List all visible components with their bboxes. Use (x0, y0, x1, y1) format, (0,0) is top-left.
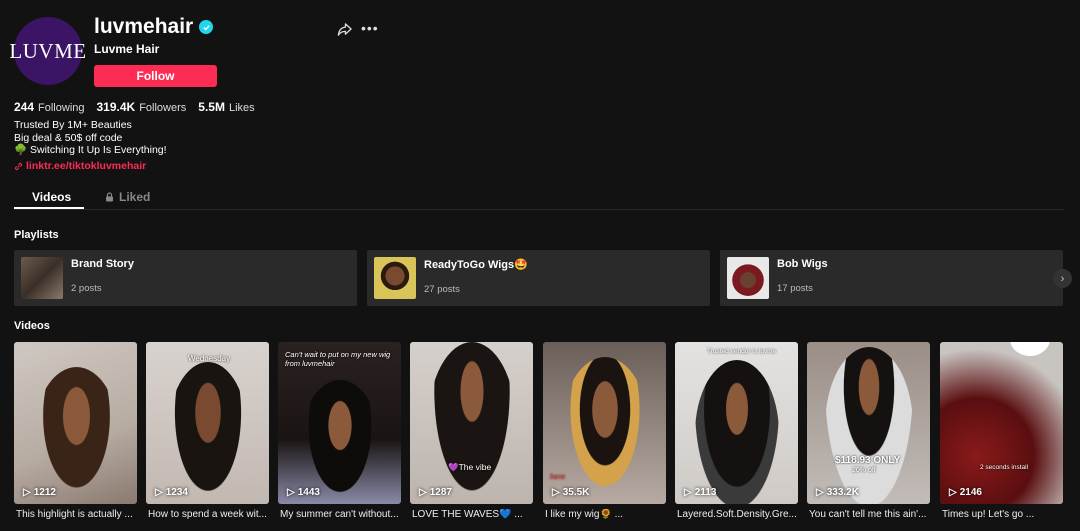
playlist-count: 27 posts (424, 283, 460, 295)
video-thumbnail[interactable]: 💜The vibe ▷ 1287 (410, 342, 533, 504)
video-caption[interactable]: LOVE THE WAVES💙 ... (412, 509, 535, 520)
play-icon: ▷ (287, 487, 295, 498)
tabs-divider (14, 209, 1064, 210)
view-count: ▷ 35.5K (552, 487, 590, 498)
playlist-count: 2 posts (71, 283, 102, 294)
video-thumbnail[interactable]: ▷ 1212 (14, 342, 137, 504)
video-image (1010, 342, 1050, 356)
follow-button[interactable]: Follow (94, 65, 217, 87)
videos-heading: Videos (14, 320, 50, 332)
profile-link-text: linktr.ee/tiktokluvmehair (26, 160, 147, 172)
play-icon: ▷ (155, 487, 163, 498)
playlist-thumbnail (21, 257, 63, 299)
share-icon[interactable] (337, 22, 352, 42)
stat-followers[interactable]: 319.4K Followers (97, 100, 187, 114)
profile-link[interactable]: linktr.ee/tiktokluvmehair (14, 160, 146, 172)
video-image (695, 360, 779, 504)
chevron-right-icon[interactable]: › (1053, 269, 1072, 288)
video-thumbnail[interactable]: Can't wait to put on my new wig from luv… (278, 342, 401, 504)
display-name: Luvme Hair (94, 42, 160, 56)
username: luvmehair (94, 15, 214, 39)
play-icon: ▷ (816, 487, 824, 498)
video-overlay-text: 💜The vibe (448, 462, 492, 472)
bio-line: Big deal & 50$ off code (14, 131, 123, 144)
play-icon: ▷ (552, 487, 560, 498)
playlist-name: Bob Wigs (777, 258, 828, 270)
playlist-thumbnail (374, 257, 416, 299)
stat-likes: 5.5M Likes (198, 100, 255, 114)
video-image (168, 362, 248, 504)
stat-following[interactable]: 244 Following (14, 100, 85, 114)
active-tab-indicator (14, 207, 84, 209)
video-image (428, 342, 516, 504)
view-count: ▷ 1212 (23, 487, 56, 498)
video-overlay-text: Can't wait to put on my new wig from luv… (285, 350, 391, 368)
play-icon: ▷ (949, 487, 957, 498)
playlist-thumbnail (727, 257, 769, 299)
video-caption[interactable]: You can't tell me this ain'... (809, 509, 932, 520)
more-options-icon[interactable]: ••• (361, 20, 379, 36)
avatar-logo-text: LUVME (9, 38, 87, 63)
video-caption[interactable]: How to spend a week wit... (148, 509, 271, 520)
video-caption[interactable]: Layered.Soft.Density.Gre... (677, 509, 800, 520)
view-count: ▷ 1287 (419, 487, 452, 498)
video-image (825, 347, 913, 504)
view-count: ▷ 333.2K (816, 487, 859, 498)
play-icon: ▷ (419, 487, 427, 498)
playlist-name: ReadyToGo Wigs🤩 (424, 258, 528, 271)
video-image (300, 380, 380, 504)
play-icon: ▷ (23, 487, 31, 498)
playlist-card[interactable]: ReadyToGo Wigs🤩 27 posts (367, 250, 710, 306)
video-caption[interactable]: I like my wig🌻 ... (545, 509, 668, 520)
playlist-name: Brand Story (71, 258, 134, 270)
video-thumbnail[interactable]: here ▷ 35.5K (543, 342, 666, 504)
video-thumbnail[interactable]: Trusted vendor is luvme ▷ 2113 (675, 342, 798, 504)
playlist-count: 17 posts (777, 283, 813, 294)
bio-line: 🌳 Switching It Up Is Everything! (14, 144, 167, 156)
playlist-card[interactable]: Brand Story 2 posts (14, 250, 357, 306)
tab-videos[interactable]: Videos (32, 190, 71, 204)
video-overlay-text: here (550, 472, 566, 481)
username-text: luvmehair (94, 15, 194, 38)
video-overlay-text: 2 seconds install (980, 464, 1029, 471)
bio-line: Trusted By 1M+ Beauties (14, 119, 132, 131)
profile-stats: 244 Following 319.4K Followers 5.5M Likes (14, 100, 255, 114)
video-overlay-text: 20% off (852, 467, 876, 474)
playlists-heading: Playlists (14, 229, 59, 241)
video-caption[interactable]: Times up! Let's go ... (942, 509, 1065, 520)
video-thumbnail[interactable]: Wednesday ▷ 1234 (146, 342, 269, 504)
video-image (561, 357, 649, 504)
tab-liked-label: Liked (119, 190, 151, 204)
lock-icon (106, 192, 113, 202)
profile-bio: Trusted By 1M+ Beauties Big deal & 50$ o… (14, 119, 167, 157)
video-caption[interactable]: This highlight is actually ... (16, 509, 139, 520)
view-count: ▷ 1443 (287, 487, 320, 498)
verified-badge-icon (199, 20, 214, 34)
playlist-card[interactable]: Bob Wigs 17 posts (720, 250, 1063, 306)
video-thumbnail[interactable]: 2 seconds install ▷ 2146 (940, 342, 1063, 504)
tab-liked[interactable]: Liked (105, 190, 150, 204)
video-overlay-text: $118.93 ONLY (835, 455, 901, 466)
link-icon (14, 162, 23, 170)
video-caption[interactable]: My summer can't without... (280, 509, 403, 520)
play-icon: ▷ (684, 487, 692, 498)
view-count: ▷ 2146 (949, 487, 982, 498)
view-count: ▷ 2113 (684, 487, 717, 498)
view-count: ▷ 1234 (155, 487, 188, 498)
video-image (34, 367, 119, 504)
profile-avatar[interactable]: LUVME (9, 17, 86, 85)
video-thumbnail[interactable]: $118.93 ONLY 20% off ▷ 333.2K (807, 342, 930, 504)
video-overlay-text: Trusted vendor is luvme (707, 348, 777, 355)
